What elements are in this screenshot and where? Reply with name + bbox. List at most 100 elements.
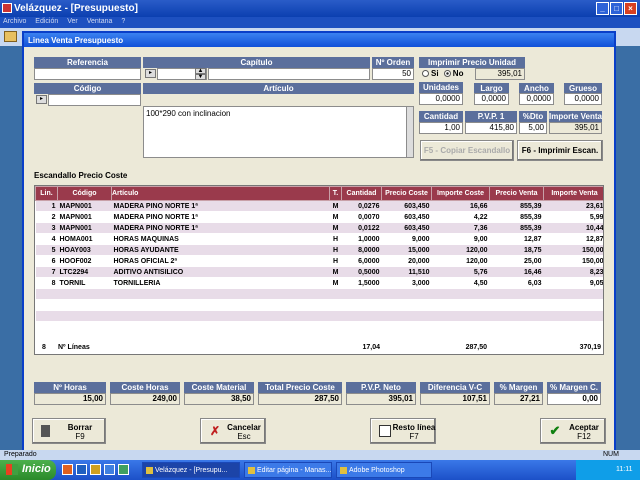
quicklaunch-icon[interactable] <box>104 464 115 475</box>
radio-no-label: No <box>452 69 464 78</box>
capitulo-lookup-icon[interactable]: ▸ <box>145 69 156 78</box>
footer-label: Coste Material <box>184 382 254 393</box>
unidades-input[interactable]: 0,0000 <box>419 93 463 105</box>
quicklaunch-icon[interactable] <box>76 464 87 475</box>
table-row[interactable]: 4 HOMA001 HORAS MAQUINAS H 1,0000 9,000 9,00 12… <box>35 233 603 245</box>
footer-value[interactable]: 0,00 <box>547 393 601 405</box>
largo-input[interactable]: 0,0000 <box>474 93 509 105</box>
table-cell <box>381 288 432 300</box>
table-cell: H <box>329 255 342 267</box>
table-row[interactable] <box>35 288 603 300</box>
col-importe-venta[interactable]: Importe Venta <box>543 186 603 201</box>
table-cell: 7 <box>35 266 58 278</box>
quicklaunch-icon[interactable] <box>118 464 129 475</box>
table-row[interactable]: 2 MAPN001 MADERA PINO NORTE 1ª M 0,0070 603,4… <box>35 211 603 223</box>
table-cell <box>329 299 342 311</box>
menu-edicion[interactable]: Edición <box>35 18 58 25</box>
table-cell: 4 <box>35 233 58 245</box>
radio-no[interactable] <box>443 70 451 77</box>
table-cell: 8 <box>35 277 58 289</box>
table-cell <box>489 321 544 333</box>
table-cell: 5,99 <box>543 211 603 223</box>
status-bar: Preparado NUM <box>0 450 640 460</box>
task-editar[interactable]: Editar página - Manas... <box>244 462 332 478</box>
table-row[interactable] <box>35 321 603 333</box>
quicklaunch-icon[interactable] <box>62 464 73 475</box>
pvp-input[interactable]: 415,80 <box>465 122 517 134</box>
table-cell: 7,36 <box>431 222 490 234</box>
aceptar-button[interactable]: ✔ Aceptar F12 <box>540 418 606 444</box>
task-photoshop[interactable]: Adobe Photoshop <box>336 462 432 478</box>
footer-label: Total Precio Coste <box>258 382 342 393</box>
table-row[interactable]: 5 HOAY003 HORAS AYUDANTE H 8,0000 15,000 120,0… <box>35 244 603 256</box>
col-cantidad[interactable]: Cantidad <box>341 186 382 201</box>
start-button[interactable]: Inicio <box>0 460 56 480</box>
table-cell: 12,87 <box>489 233 544 245</box>
codigo-input[interactable] <box>48 94 141 106</box>
capitulo-desc-field <box>208 68 370 80</box>
importe-venta-field: 395,01 <box>549 122 602 134</box>
spin-down-icon[interactable]: ▼ <box>195 74 206 80</box>
table-cell <box>35 288 58 300</box>
table-cell: 120,00 <box>431 255 490 267</box>
radio-si[interactable] <box>422 70 429 77</box>
copiar-escandallo-button[interactable]: F5 - Copiar Escandallo <box>420 140 514 161</box>
table-cell: LTC2294 <box>57 266 112 278</box>
table-cell <box>341 288 382 300</box>
table-cell: 5 <box>35 244 58 256</box>
table-row[interactable] <box>35 310 603 322</box>
quicklaunch-icon[interactable] <box>90 464 101 475</box>
task-velazquez[interactable]: Velázquez - [Presupu... <box>142 462 240 478</box>
radio-si-label: Si <box>431 69 439 78</box>
articulo-scrollbar[interactable] <box>406 106 414 158</box>
table-cell: 9,000 <box>381 233 432 245</box>
menu-archivo[interactable]: Archivo <box>3 18 26 25</box>
menu-help[interactable]: ? <box>121 18 125 25</box>
footer-label: Diferencia V-C <box>420 382 490 393</box>
col-articulo[interactable]: Artículo <box>111 186 330 201</box>
col-lin[interactable]: Lin. <box>35 186 58 201</box>
n-orden-input[interactable]: 50 <box>372 68 414 80</box>
table-row[interactable]: 3 MAPN001 MADERA PINO NORTE 1ª M 0,0122 603,4… <box>35 222 603 234</box>
ancho-input[interactable]: 0,0000 <box>519 93 554 105</box>
col-precio-coste[interactable]: Precio Coste <box>381 186 432 201</box>
col-precio-venta[interactable]: Precio Venta <box>489 186 544 201</box>
table-cell: MAPN001 <box>57 200 112 212</box>
table-cell: MADERA PINO NORTE 1ª <box>111 222 330 234</box>
system-tray: 11:11 <box>576 460 640 480</box>
table-row[interactable] <box>35 299 603 311</box>
cantidad-input[interactable]: 1,00 <box>419 122 463 134</box>
menu-bar: Archivo Edición Ver Ventana ? <box>0 17 640 28</box>
table-cell: TORNIL <box>57 277 112 289</box>
table-row[interactable]: 7 LTC2294 ADITIVO ANTISILICO M 0,5000 11,510 5… <box>35 266 603 278</box>
table-row[interactable]: 1 MAPN001 MADERA PINO NORTE 1ª M 0,0276 603,4… <box>35 200 603 212</box>
dto-input[interactable]: 5,00 <box>519 122 547 134</box>
folder-icon[interactable] <box>4 31 17 42</box>
table-cell: 9,00 <box>431 233 490 245</box>
col-codigo[interactable]: Código <box>57 186 112 201</box>
taskbar: Inicio Velázquez - [Presupu... Editar pá… <box>0 460 640 480</box>
minimize-icon[interactable]: _ <box>596 2 609 15</box>
table-cell: 855,39 <box>489 200 544 212</box>
menu-ver[interactable]: Ver <box>67 18 78 25</box>
footer-label: % Margen <box>494 382 543 393</box>
col-importe-coste[interactable]: Importe Coste <box>431 186 490 201</box>
table-cell <box>341 310 382 322</box>
grueso-input[interactable]: 0,0000 <box>564 93 602 105</box>
borrar-button[interactable]: Borrar F9 <box>32 418 106 444</box>
table-row[interactable]: 8 TORNIL TORNILLERIA M 1,5000 3,000 4,50 6,03 9,… <box>35 277 603 289</box>
codigo-lookup-icon[interactable]: ▸ <box>36 95 47 104</box>
resto-linea-button[interactable]: Resto línea F7 <box>370 418 436 444</box>
menu-ventana[interactable]: Ventana <box>87 18 113 25</box>
linea-venta-dialog: Linea Venta Presupuesto Referencia Capít… <box>22 31 616 452</box>
unidades-label: Unidades <box>419 82 463 93</box>
maximize-icon[interactable]: □ <box>610 2 623 15</box>
close-icon[interactable]: × <box>624 2 637 15</box>
imprimir-escandallo-button[interactable]: F6 - Imprimir Escan. <box>517 140 603 161</box>
col-tipo[interactable]: T. <box>329 186 342 201</box>
footer-value: 107,51 <box>420 393 490 405</box>
table-row[interactable]: 6 HOOF002 HORAS OFICIAL 2ª H 6,0000 20,000 120… <box>35 255 603 267</box>
referencia-input[interactable] <box>34 68 141 80</box>
articulo-textarea[interactable]: 100*290 con inclinacion <box>143 106 414 158</box>
cancelar-button[interactable]: ✗ Cancelar Esc <box>200 418 266 444</box>
